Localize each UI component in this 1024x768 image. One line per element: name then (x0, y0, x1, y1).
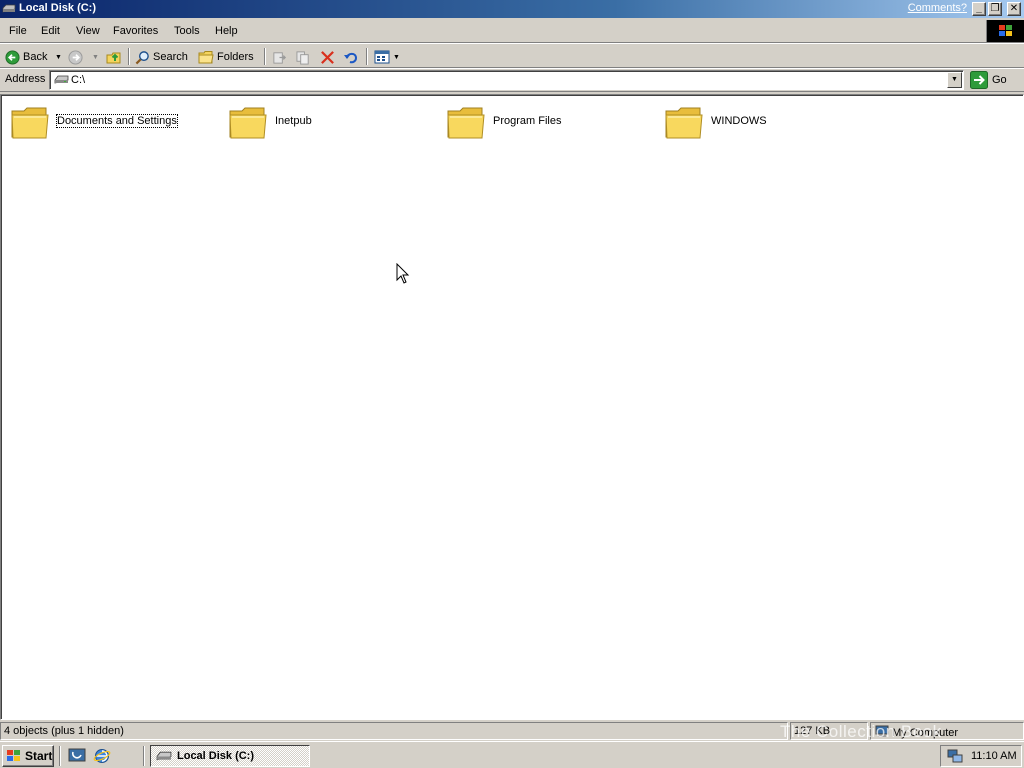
back-dropdown-arrow[interactable]: ▼ (55, 47, 62, 67)
windows-flag-icon (999, 25, 1013, 37)
start-button[interactable]: Start (2, 745, 54, 767)
address-input[interactable]: C:\ ▼ (49, 70, 964, 90)
go-arrow-icon (970, 71, 988, 89)
delete-button[interactable] (320, 47, 335, 67)
drive-icon (54, 75, 69, 88)
start-label: Start (25, 749, 53, 763)
go-button[interactable]: Go (970, 71, 1007, 89)
go-label: Go (992, 74, 1007, 86)
copy-to-icon (296, 50, 309, 65)
views-dropdown-arrow: ▼ (393, 53, 400, 61)
address-label: Address (5, 73, 46, 85)
minimize-button[interactable]: _ (972, 2, 986, 16)
copy-to-button[interactable] (296, 47, 311, 67)
back-arrow-icon (5, 49, 20, 65)
system-tray: 11:10 AM (940, 745, 1022, 767)
title-bar[interactable]: Local Disk (C:) Comments? _ ❐ ✕ (0, 0, 1024, 18)
mouse-pointer-icon (396, 263, 410, 284)
status-size: 127 KB (790, 722, 868, 740)
folder-item-windows[interactable]: WINDOWS (664, 103, 864, 143)
comments-link[interactable]: Comments? (908, 2, 967, 14)
address-value: C:\ (71, 74, 86, 86)
drive-icon (2, 3, 16, 17)
drive-icon (156, 751, 172, 760)
address-dropdown-button[interactable]: ▼ (947, 72, 962, 88)
undo-button[interactable] (343, 47, 359, 67)
menu-view[interactable]: View (76, 25, 100, 37)
window-title: Local Disk (C:) (19, 2, 97, 14)
folder-icon (229, 107, 267, 139)
taskbar-button-label: Local Disk (C:) (177, 750, 255, 762)
network-icon[interactable] (947, 749, 963, 764)
views-icon (374, 50, 390, 64)
forward-dropdown-arrow[interactable]: ▼ (92, 47, 99, 67)
clock[interactable]: 11:10 AM (971, 750, 1017, 762)
folder-label: WINDOWS (711, 115, 767, 127)
folder-item-program-files[interactable]: Program Files (446, 103, 646, 143)
up-folder-icon (106, 52, 121, 64)
forward-arrow-icon (68, 49, 83, 65)
toolbar-separator (264, 48, 266, 65)
move-to-icon (273, 51, 287, 64)
undo-icon (344, 52, 358, 64)
folder-icon (11, 107, 49, 139)
back-label: Back (23, 51, 48, 63)
move-to-button[interactable] (272, 47, 287, 67)
show-desktop-icon[interactable] (68, 748, 86, 767)
my-computer-icon (875, 725, 889, 737)
menu-favorites[interactable]: Favorites (113, 25, 158, 37)
delete-x-icon (321, 50, 334, 64)
restore-button[interactable]: ❐ (988, 2, 1002, 16)
search-button[interactable]: Search (135, 47, 188, 67)
status-zone: My Computer (870, 722, 1024, 740)
search-icon (135, 50, 149, 64)
quick-launch-separator (143, 746, 145, 766)
folder-label: Inetpub (275, 115, 312, 127)
status-bar: 4 objects (plus 1 hidden) 127 KB My Comp… (0, 721, 1024, 741)
menu-file[interactable]: File (9, 25, 27, 37)
file-list-view[interactable]: Documents and Settings Inetpub Program F… (0, 94, 1024, 720)
folder-label: Program Files (493, 115, 562, 127)
close-button[interactable]: ✕ (1007, 2, 1021, 16)
folders-icon (198, 50, 214, 63)
windows-logo-throbber (986, 20, 1024, 42)
taskbar: Start Local Disk (C:) 11:10 AM (0, 741, 1024, 768)
back-button[interactable]: Back (5, 47, 47, 67)
forward-button[interactable] (68, 47, 83, 67)
folder-icon (447, 107, 485, 139)
windows-flag-icon (7, 750, 20, 761)
internet-explorer-icon[interactable] (93, 747, 111, 768)
taskbar-button-local-disk[interactable]: Local Disk (C:) (150, 745, 310, 767)
toolbar-separator (128, 48, 130, 65)
quick-launch-separator (59, 746, 61, 766)
up-folder-button[interactable] (106, 47, 122, 67)
folder-item-documents-and-settings[interactable]: Documents and Settings (10, 103, 210, 143)
menu-edit[interactable]: Edit (41, 25, 60, 37)
views-button[interactable]: ▼ (374, 47, 400, 67)
search-label: Search (153, 51, 188, 63)
menu-tools[interactable]: Tools (174, 25, 200, 37)
status-object-count: 4 objects (plus 1 hidden) (0, 722, 788, 740)
menu-help[interactable]: Help (215, 25, 238, 37)
status-zone-label: My Computer (892, 727, 959, 739)
toolbar-separator (366, 48, 368, 65)
address-bar: Address C:\ ▼ Go (0, 69, 1024, 92)
folders-label: Folders (217, 51, 254, 63)
folder-label: Documents and Settings (56, 114, 178, 128)
standard-toolbar: Back ▼ ▼ Search Folders ▼ (0, 45, 1024, 68)
folder-icon (665, 107, 703, 139)
menu-bar: File Edit View Favorites Tools Help (0, 20, 1024, 43)
folders-button[interactable]: Folders (198, 47, 254, 67)
folder-item-inetpub[interactable]: Inetpub (228, 103, 428, 143)
